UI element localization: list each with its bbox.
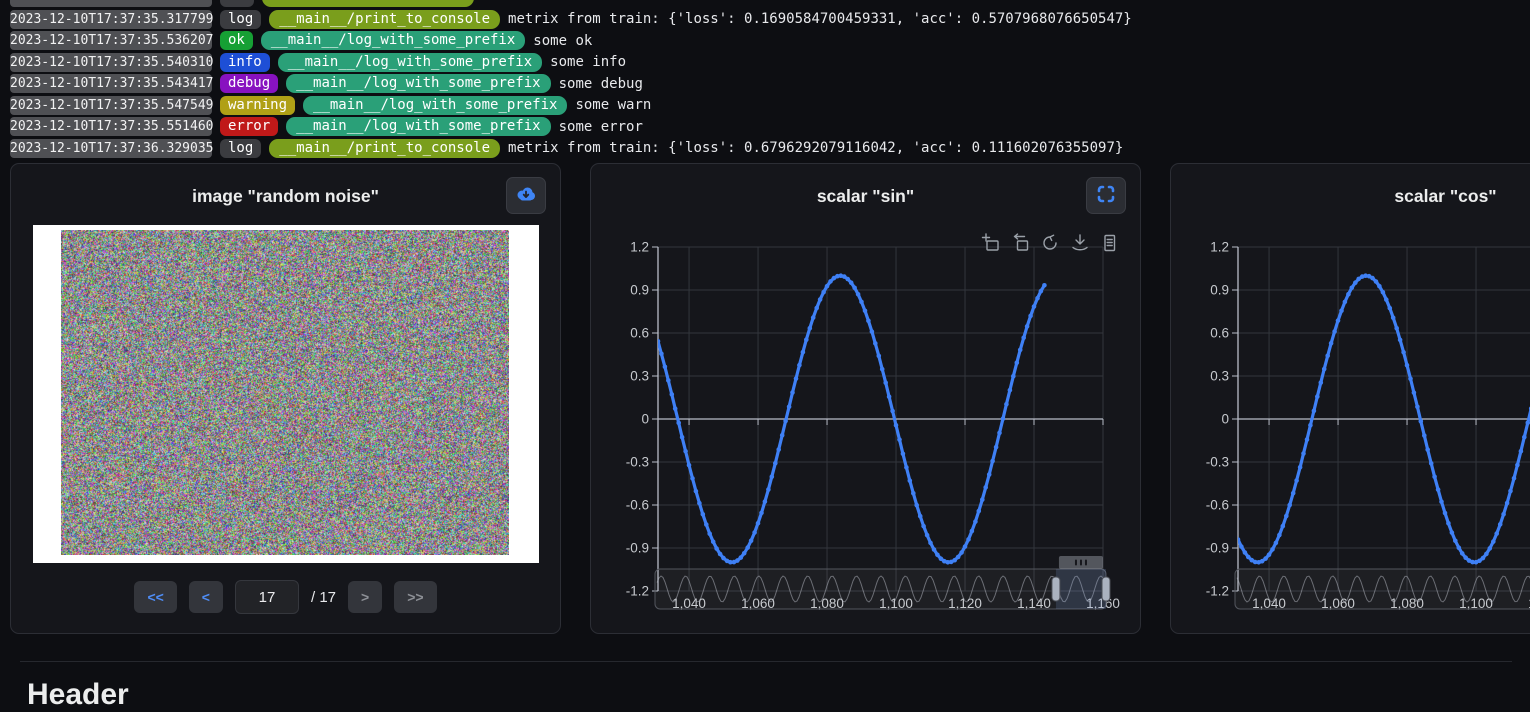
log-timestamp: 2023-12-10T17:37:35.317799 [10,10,212,29]
log-row: 2023-12-10T17:37:35.551460 error __main__/… [10,116,1530,138]
sin-chart[interactable]: 1.20.90.60.30-0.3-0.6-0.9-1.21,0401,0601… [591,227,1143,627]
image-card: image "random noise" << < [10,163,561,634]
datazoom-slider[interactable] [1235,556,1530,609]
noise-image [61,230,509,555]
svg-text:-0.3: -0.3 [1206,455,1229,470]
svg-text:-0.6: -0.6 [1206,498,1229,513]
svg-text:-0.9: -0.9 [626,541,649,556]
zoom-handle-left[interactable] [1052,577,1060,601]
log-row: 2023-12-10T17:37:35.547549 warning __main_… [10,95,1530,117]
log-message: some error [559,119,643,135]
log-message: metrix from train: {'loss': 0.1690584700… [508,11,1132,27]
last-page-button[interactable]: >> [394,581,436,613]
log-row: 2023-12-10T17:37:36.329035 log __main__/pr… [10,138,1530,160]
datazoom-slider[interactable] [655,556,1110,609]
svg-text:0.6: 0.6 [630,326,649,341]
log-module-pill: __main__/log_with_some_prefix [278,53,542,72]
log-timestamp: 2023-12-10T17:37:35.547549 [10,96,212,115]
log-level-badge: ok [220,31,253,50]
log-timestamp: 2023-12-10T17:37:35.536207 [10,31,212,50]
section-divider [20,661,1512,662]
log-row: 2023-12-10T17:37:35.536207 ok __main__/log… [10,30,1530,52]
log-level-badge: error [220,117,278,136]
image-pagination: << < / 17 > >> [11,580,560,614]
log-module-pill [262,0,474,7]
svg-text:0.3: 0.3 [1210,369,1229,384]
cos-chart[interactable]: 1.20.90.60.30-0.3-0.6-0.9-1.21,0401,0601… [1171,227,1530,627]
log-message: some debug [559,76,643,92]
log-row: 2023-12-10T17:37:35.543417 debug __main__/… [10,73,1530,95]
log-timestamp: 2023-12-10T17:37:36.329035 [10,139,212,158]
log-timestamp: 2023-12-10T17:37:35.540310 [10,53,212,72]
sin-chart-title: scalar "sin" [591,186,1140,207]
svg-text:1.2: 1.2 [1210,240,1229,255]
svg-text:0.6: 0.6 [1210,326,1229,341]
fullscreen-icon [1096,184,1116,207]
page-total: / 17 [311,589,336,606]
next-page-button[interactable]: > [348,581,382,613]
svg-text:0: 0 [641,412,649,427]
zoom-reset-icon[interactable] [1015,234,1028,250]
page-input[interactable] [235,580,299,614]
log-level-badge: warning [220,96,295,115]
svg-text:-0.3: -0.3 [626,455,649,470]
svg-text:0.9: 0.9 [630,283,649,298]
first-page-button[interactable]: << [134,581,176,613]
svg-text:0.9: 0.9 [1210,283,1229,298]
section-heading: Header [27,678,129,712]
prev-page-button[interactable]: < [189,581,223,613]
log-row [10,0,1530,9]
svg-text:0.3: 0.3 [630,369,649,384]
log-level-badge: log [220,139,261,158]
log-module-pill: __main__/log_with_some_prefix [286,117,550,136]
cos-chart-card: scalar "cos" 1.2 0.9 0.6 0.3 0 -0.3 -0.6 -0.9 -1… [1170,163,1530,634]
svg-text:0: 0 [1221,412,1229,427]
log-message: some ok [533,33,592,49]
image-card-title: image "random noise" [11,186,560,207]
log-module-pill: __main__/print_to_console [269,139,500,158]
log-module-pill: __main__/log_with_some_prefix [261,31,525,50]
data-view-icon[interactable] [1105,236,1115,251]
zoom-handle-right[interactable] [1102,577,1110,601]
log-message: some warn [575,97,651,113]
image-frame [33,225,539,563]
log-level-badge: debug [220,74,278,93]
log-module-pill: __main__/log_with_some_prefix [303,96,567,115]
save-image-icon[interactable] [1073,235,1087,250]
sin-chart-card: scalar "sin" 1.2 0.9 0.6 0.3 0 -0.3 -0.6 -0.9 -1… [590,163,1141,634]
log-message: some info [550,54,626,70]
cards-row: image "random noise" << < [10,163,1530,634]
log-console: 2023-12-10T17:37:35.317799 log __main__/pr… [10,0,1530,159]
log-level-badge: log [220,10,261,29]
svg-text:-1.2: -1.2 [1206,584,1229,599]
log-level-badge: info [220,53,270,72]
fullscreen-button[interactable] [1086,177,1126,214]
cos-chart-title: scalar "cos" [1171,186,1530,207]
log-message: metrix from train: {'loss': 0.6796292079… [508,140,1123,156]
svg-text:-0.6: -0.6 [626,498,649,513]
download-image-button[interactable] [506,177,546,214]
log-module-pill: __main__/log_with_some_prefix [286,74,550,93]
svg-text:1.2: 1.2 [630,240,649,255]
log-timestamp: 2023-12-10T17:37:35.543417 [10,74,212,93]
box-zoom-icon[interactable] [983,234,999,250]
log-timestamp: 2023-12-10T17:37:35.551460 [10,117,212,136]
log-level-badge [220,0,254,7]
svg-text:-0.9: -0.9 [1206,541,1229,556]
log-row: 2023-12-10T17:37:35.540310 info __main__/l… [10,52,1530,74]
log-module-pill: __main__/print_to_console [269,10,500,29]
log-timestamp [10,0,212,7]
cloud-download-icon [515,185,537,206]
log-row: 2023-12-10T17:37:35.317799 log __main__/pr… [10,9,1530,31]
svg-text:-1.2: -1.2 [626,584,649,599]
